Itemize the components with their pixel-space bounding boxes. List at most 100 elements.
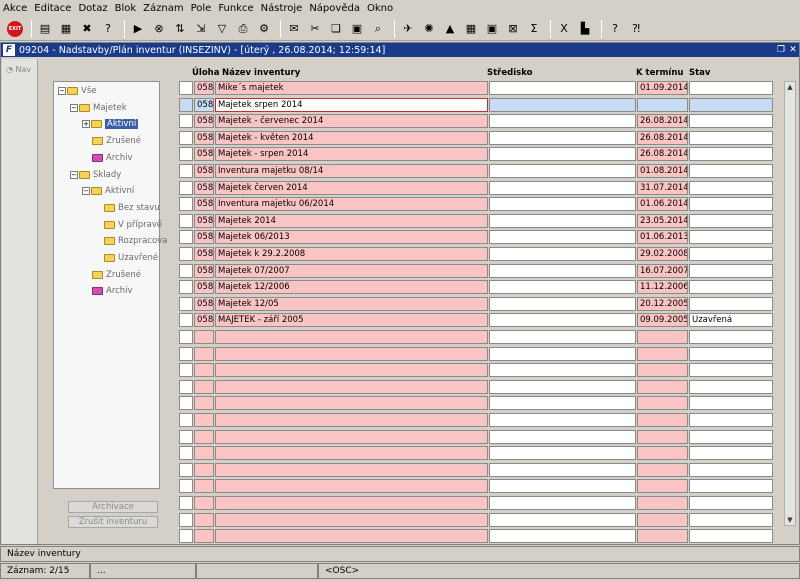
uloha-cell[interactable]: 058	[194, 147, 214, 162]
stredisko-cell[interactable]	[489, 462, 636, 477]
stav-cell[interactable]	[689, 296, 773, 311]
stredisko-cell[interactable]	[489, 330, 636, 344]
export-icon[interactable]: ⇲	[192, 20, 210, 38]
stav-cell[interactable]	[689, 512, 773, 527]
stredisko-cell[interactable]	[489, 130, 636, 145]
stredisko-cell[interactable]	[489, 429, 636, 444]
paste-icon[interactable]: ▣	[348, 20, 366, 38]
stredisko-cell[interactable]	[489, 396, 636, 411]
vertical-scrollbar[interactable]: ▲ ▼	[784, 81, 796, 526]
table-row[interactable]	[179, 479, 779, 494]
table-row[interactable]: 058 Inventura majetku 08/14 01.08.2014	[179, 164, 779, 178]
nazev-cell[interactable]	[215, 496, 488, 510]
stredisko-cell[interactable]	[489, 346, 636, 361]
table-row[interactable]	[179, 379, 779, 394]
uloha-cell[interactable]: 058	[194, 114, 214, 129]
stredisko-cell[interactable]	[489, 164, 636, 178]
stredisko-cell[interactable]	[489, 97, 636, 112]
stredisko-cell[interactable]	[489, 296, 636, 311]
row-selector[interactable]	[179, 413, 193, 427]
stredisko-cell[interactable]	[489, 180, 636, 195]
tools-icon[interactable]: ⚙	[255, 20, 273, 38]
stredisko-cell[interactable]	[489, 313, 636, 328]
stav-cell[interactable]	[689, 263, 773, 278]
menu-item[interactable]: Funkce	[218, 3, 253, 14]
stav-cell[interactable]	[689, 164, 773, 178]
table-row[interactable]	[179, 346, 779, 361]
execute-query-icon[interactable]: ▶	[129, 20, 147, 38]
new-record-icon[interactable]: ▤	[36, 20, 54, 38]
nazev-cell[interactable]	[215, 363, 488, 378]
tree-node[interactable]: Bez stavu	[94, 203, 160, 213]
table-row[interactable]: 058 Majetek 07/2007 16.07.2007	[179, 263, 779, 278]
stav-cell[interactable]	[689, 247, 773, 261]
termin-cell[interactable]: 26.08.2014	[637, 130, 688, 145]
table-row[interactable]: 058 Majetek červen 2014 31.07.2014	[179, 180, 779, 195]
table-row[interactable]	[179, 413, 779, 427]
table-row[interactable]	[179, 396, 779, 411]
termin-cell[interactable]: 01.08.2014	[637, 164, 688, 178]
nazev-cell[interactable]: Majetek srpen 2014	[215, 97, 488, 112]
termin-cell[interactable]: 26.08.2014	[637, 114, 688, 129]
table-row[interactable]: 058 Majetek 12/05 20.12.2005	[179, 296, 779, 311]
table-row[interactable]: 058 Majetek 06/2013 01.06.2013	[179, 230, 779, 245]
termin-cell[interactable]: 11.12.2006	[637, 280, 688, 295]
help-icon[interactable]: ?	[606, 20, 624, 38]
termin-cell[interactable]	[637, 462, 688, 477]
table-row[interactable]: 058 Majetek srpen 2014	[179, 97, 779, 112]
uloha-cell[interactable]: 058	[194, 81, 214, 95]
row-selector[interactable]	[179, 114, 193, 129]
nav-panel[interactable]: ◔ Nav	[2, 59, 38, 544]
row-selector[interactable]	[179, 280, 193, 295]
stredisko-cell[interactable]	[489, 197, 636, 212]
uloha-cell[interactable]	[194, 379, 214, 394]
termin-cell[interactable]	[637, 429, 688, 444]
chart-icon[interactable]: ▙	[576, 20, 594, 38]
nazev-cell[interactable]	[215, 429, 488, 444]
nazev-cell[interactable]: Majetek - květen 2014	[215, 130, 488, 145]
table-row[interactable]: 058 Majetek - květen 2014 26.08.2014	[179, 130, 779, 145]
archivace-button[interactable]: Archivace	[68, 501, 158, 513]
table-row[interactable]: 058 Mike´s majetek 01.09.2014	[179, 81, 779, 95]
tree-node[interactable]: Zrušené	[82, 136, 141, 146]
tree-node[interactable]: − Sklady	[70, 170, 121, 180]
termin-cell[interactable]: 31.07.2014	[637, 180, 688, 195]
menu-item[interactable]: Nástroje	[261, 3, 303, 14]
uloha-cell[interactable]	[194, 496, 214, 510]
row-selector[interactable]	[179, 363, 193, 378]
stav-cell[interactable]	[689, 346, 773, 361]
termin-cell[interactable]: 09.09.2005	[637, 313, 688, 328]
menu-item[interactable]: Blok	[115, 3, 137, 14]
termin-cell[interactable]: 20.12.2005	[637, 296, 688, 311]
table-row[interactable]	[179, 330, 779, 344]
termin-cell[interactable]	[637, 479, 688, 494]
row-selector[interactable]	[179, 81, 193, 95]
uloha-cell[interactable]: 058	[194, 313, 214, 328]
table-row[interactable]: 058 Majetek 2014 23.05.2014	[179, 213, 779, 228]
tree-node[interactable]: − Vše	[58, 86, 96, 96]
uloha-cell[interactable]	[194, 462, 214, 477]
tree-node[interactable]: + Aktivní	[82, 119, 139, 130]
stav-cell[interactable]	[689, 413, 773, 427]
uloha-cell[interactable]	[194, 429, 214, 444]
uloha-cell[interactable]	[194, 529, 214, 544]
menu-item[interactable]: Pole	[191, 3, 212, 14]
sort-icon[interactable]: ⇅	[171, 20, 189, 38]
enter-query-icon[interactable]: ?	[99, 20, 117, 38]
nazev-cell[interactable]: Majetek 12/05	[215, 296, 488, 311]
table-row[interactable]	[179, 462, 779, 477]
stav-cell[interactable]	[689, 180, 773, 195]
row-selector[interactable]	[179, 512, 193, 527]
uloha-cell[interactable]: 058	[194, 230, 214, 245]
stav-cell[interactable]	[689, 147, 773, 162]
stav-cell[interactable]	[689, 230, 773, 245]
nazev-cell[interactable]	[215, 529, 488, 544]
stav-cell[interactable]	[689, 97, 773, 112]
uloha-cell[interactable]: 058	[194, 296, 214, 311]
nazev-cell[interactable]: Inventura majetku 06/2014	[215, 197, 488, 212]
tree-node[interactable]: − Aktivní	[82, 186, 134, 196]
mail-icon[interactable]: ✉	[285, 20, 303, 38]
nazev-cell[interactable]	[215, 413, 488, 427]
row-selector[interactable]	[179, 296, 193, 311]
termin-cell[interactable]: 01.06.2014	[637, 197, 688, 212]
